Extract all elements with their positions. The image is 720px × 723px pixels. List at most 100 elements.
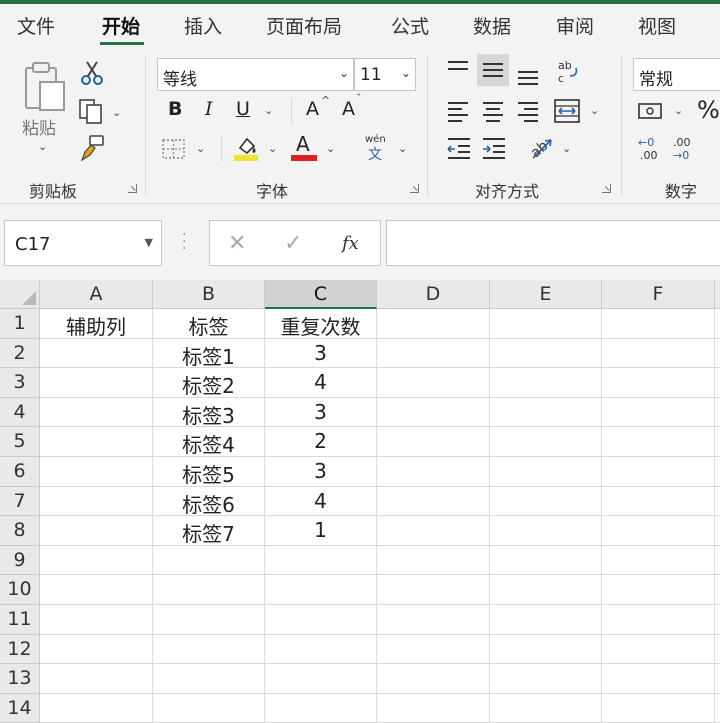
font-color-dropdown-icon[interactable]: ⌄	[326, 142, 335, 155]
cell[interactable]	[490, 457, 602, 487]
row-header[interactable]: 12	[0, 634, 40, 665]
borders-icon[interactable]	[161, 138, 187, 160]
row-header[interactable]: 2	[0, 338, 40, 369]
cell[interactable]	[602, 634, 715, 665]
cell[interactable]	[602, 605, 715, 635]
tab-insert[interactable]: 插入	[184, 12, 222, 39]
accounting-format-icon[interactable]	[637, 100, 669, 122]
cell[interactable]	[153, 545, 265, 576]
row-header[interactable]: 1	[0, 309, 40, 339]
cell[interactable]	[490, 486, 602, 517]
cell[interactable]	[40, 545, 153, 576]
cell[interactable]	[715, 339, 720, 369]
decrease-decimal-icon[interactable]: .00 →0	[671, 134, 699, 162]
tab-review[interactable]: 审阅	[556, 12, 594, 39]
cell[interactable]: 辅助列	[40, 309, 153, 339]
column-header-g[interactable]	[715, 280, 720, 309]
cell[interactable]	[715, 457, 720, 487]
cell[interactable]: 标签1	[153, 338, 265, 369]
name-box[interactable]: C17 ▼	[4, 220, 162, 266]
cell[interactable]	[490, 664, 602, 694]
cell[interactable]: 标签7	[153, 516, 265, 546]
cell[interactable]	[377, 368, 490, 398]
accounting-dropdown-icon[interactable]: ⌄	[674, 104, 683, 117]
cell[interactable]: 3	[265, 397, 377, 428]
percent-style-button[interactable]: %	[697, 96, 720, 124]
row-header[interactable]: 6	[0, 457, 40, 487]
cut-icon[interactable]	[80, 60, 104, 86]
cell[interactable]	[153, 575, 265, 605]
fill-color-icon[interactable]	[232, 134, 260, 162]
cell[interactable]	[602, 338, 715, 369]
row-header[interactable]: 13	[0, 664, 40, 694]
cell[interactable]: 标签	[153, 309, 265, 339]
cell[interactable]	[490, 516, 602, 546]
cell[interactable]	[153, 693, 265, 723]
align-left-icon[interactable]	[446, 100, 470, 122]
cancel-icon[interactable]: ✕	[228, 231, 246, 256]
bottom-align-icon[interactable]	[516, 66, 540, 86]
row-header[interactable]: 4	[0, 397, 40, 428]
cell[interactable]	[490, 634, 602, 665]
decrease-indent-icon[interactable]	[446, 136, 472, 160]
cell[interactable]: 标签3	[153, 397, 265, 428]
increase-decimal-icon[interactable]: ←0 .00	[636, 134, 664, 162]
tab-file[interactable]: 文件	[17, 12, 55, 39]
underline-dropdown-icon[interactable]: ⌄	[264, 104, 273, 117]
bold-button[interactable]: B	[168, 98, 182, 120]
row-header[interactable]: 8	[0, 516, 40, 546]
underline-button[interactable]: U	[236, 98, 250, 120]
column-header-b[interactable]: B	[153, 280, 265, 309]
row-header[interactable]: 3	[0, 368, 40, 398]
cell[interactable]	[490, 605, 602, 635]
row-header[interactable]: 11	[0, 605, 40, 635]
cell[interactable]	[40, 338, 153, 369]
cell[interactable]	[377, 575, 490, 605]
cell[interactable]	[715, 635, 720, 665]
column-header-d[interactable]: D	[377, 280, 490, 309]
cell[interactable]	[715, 368, 720, 398]
number-format-select[interactable]: 常规	[633, 58, 720, 91]
cell[interactable]: 3	[265, 338, 377, 369]
cell[interactable]	[602, 693, 715, 723]
cell[interactable]	[40, 605, 153, 635]
cell[interactable]	[40, 397, 153, 428]
cell[interactable]	[377, 634, 490, 665]
cell[interactable]	[153, 634, 265, 665]
column-header-c[interactable]: C	[265, 280, 377, 309]
cell[interactable]	[602, 427, 715, 457]
select-all-button[interactable]	[0, 280, 40, 309]
cell[interactable]	[602, 397, 715, 428]
top-align-icon[interactable]	[446, 60, 470, 80]
merge-dropdown-icon[interactable]: ⌄	[590, 104, 599, 117]
cell[interactable]	[377, 457, 490, 487]
cell[interactable]: 2	[265, 427, 377, 457]
cell[interactable]	[377, 545, 490, 576]
formula-input[interactable]	[386, 220, 720, 266]
middle-align-button[interactable]	[477, 54, 509, 86]
alignment-launcher-icon[interactable]	[602, 184, 611, 193]
format-painter-icon[interactable]	[78, 134, 106, 162]
cell[interactable]	[602, 368, 715, 398]
cell[interactable]: 标签5	[153, 457, 265, 487]
row-header[interactable]: 14	[0, 693, 40, 723]
cell[interactable]	[377, 486, 490, 517]
cell[interactable]	[377, 397, 490, 428]
cell[interactable]	[602, 545, 715, 576]
grow-font-button[interactable]: A	[306, 98, 319, 120]
font-name-select[interactable]: 等线 ⌄	[157, 58, 354, 91]
tab-data[interactable]: 数据	[473, 12, 511, 39]
column-header-a[interactable]: A	[40, 280, 153, 309]
cell[interactable]	[40, 516, 153, 546]
insert-function-button[interactable]: fx	[342, 233, 359, 254]
cell[interactable]: 3	[265, 457, 377, 487]
cell[interactable]	[377, 605, 490, 635]
increase-indent-icon[interactable]	[481, 136, 507, 160]
cell[interactable]	[715, 398, 720, 428]
cell[interactable]	[40, 368, 153, 398]
cell[interactable]	[715, 427, 720, 457]
cell[interactable]	[40, 427, 153, 457]
cell[interactable]	[265, 545, 377, 576]
cell[interactable]	[265, 664, 377, 694]
phonetic-button[interactable]: wén 文	[363, 134, 391, 163]
